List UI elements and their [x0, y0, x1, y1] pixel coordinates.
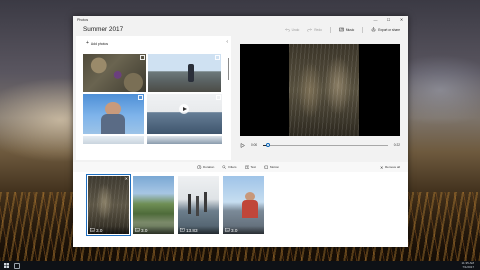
storyboard-clip[interactable]: 3.0 — [133, 176, 174, 234]
current-time: 0:00 — [251, 143, 258, 147]
library-thumbnail[interactable] — [83, 94, 144, 134]
clip-duration: 13.83 — [178, 226, 219, 234]
select-checkbox[interactable] — [138, 95, 143, 100]
export-icon — [371, 27, 376, 32]
plus-icon: + — [86, 40, 89, 46]
minimize-button[interactable]: — — [369, 16, 382, 23]
text-icon — [244, 165, 249, 169]
text-label: Text — [250, 165, 257, 169]
play-button[interactable] — [240, 142, 245, 148]
project-title[interactable]: Summer 2017 — [83, 26, 123, 33]
remove-all-label: Remove all — [384, 165, 400, 169]
remove-all-button[interactable]: ✕ Remove all — [380, 165, 400, 170]
select-checkbox[interactable] — [215, 55, 220, 60]
toolbar: Summer 2017 Undo Redo Music Export or sh… — [73, 23, 408, 36]
storyboard-clip[interactable]: 3.0 — [223, 176, 264, 234]
duration-button[interactable]: Duration — [197, 164, 215, 170]
toolbar-divider — [362, 26, 364, 33]
library-thumbnail[interactable] — [83, 54, 146, 92]
select-checkbox[interactable] — [140, 55, 145, 60]
library-scrollbar[interactable] — [228, 58, 229, 80]
close-icon: ✕ — [379, 164, 384, 170]
filters-label: Filters — [228, 165, 237, 169]
clip-duration: 3.0 — [133, 226, 174, 234]
clip-duration-value: 3.0 — [231, 227, 238, 233]
motion-icon — [264, 165, 268, 169]
library-thumbnail-video[interactable] — [147, 94, 222, 134]
filters-button[interactable]: Filters — [222, 165, 237, 170]
seek-slider[interactable] — [263, 142, 388, 147]
library-thumbnail[interactable] — [147, 136, 222, 144]
text-button[interactable]: Text — [244, 165, 257, 170]
preview-frame — [289, 44, 359, 136]
music-label: Music — [345, 27, 355, 32]
task-view-button[interactable] — [12, 261, 22, 270]
maximize-button[interactable]: ☐ — [382, 16, 395, 23]
storyboard: ✕ 3.0 3.0 13.83 3.0 — [73, 172, 408, 247]
toolbar-divider — [329, 26, 331, 33]
export-share-button[interactable]: Export or share — [371, 27, 400, 32]
toolbar-actions: Undo Redo Music Export or share — [277, 26, 408, 33]
redo-button[interactable]: Redo — [307, 27, 322, 32]
motion-label: Motion — [270, 165, 280, 169]
undo-button[interactable]: Undo — [284, 27, 300, 32]
export-label: Export or share — [378, 27, 400, 32]
close-button[interactable]: ✕ — [395, 16, 408, 23]
storyboard-toolbar: Duration Filters Text Motion ✕ Remove al… — [73, 162, 408, 172]
storyboard-clip[interactable]: ✕ 3.0 — [86, 174, 131, 236]
app-name: Photos — [77, 17, 89, 22]
taskbar-clock[interactable]: 11:35 AM 7/1/2017 — [462, 261, 480, 269]
photos-window: Photos — ☐ ✕ Summer 2017 Undo Redo Music — [73, 16, 408, 247]
photo-icon — [90, 228, 95, 232]
windows-logo-icon — [3, 263, 9, 268]
storyboard-clip[interactable]: 13.83 — [178, 176, 219, 234]
video-preview[interactable] — [240, 44, 400, 136]
select-checkbox[interactable] — [216, 95, 221, 100]
window-controls: — ☐ ✕ — [369, 16, 408, 23]
music-icon — [339, 27, 344, 32]
undo-label: Undo — [291, 27, 300, 32]
motion-button[interactable]: Motion — [264, 165, 279, 170]
total-time: 0:22 — [393, 143, 400, 147]
undo-icon — [284, 28, 290, 32]
clip-duration-value: 3.0 — [141, 227, 148, 233]
clip-duration: 3.0 — [223, 226, 264, 234]
clip-duration: 3.0 — [88, 226, 129, 234]
task-view-icon — [14, 262, 20, 269]
duration-label: Duration — [203, 165, 215, 169]
start-button[interactable] — [0, 261, 12, 270]
add-photos-label: Add photos — [90, 41, 109, 46]
seek-handle[interactable] — [266, 142, 271, 147]
clock-icon — [197, 164, 202, 170]
music-button[interactable]: Music — [339, 27, 354, 32]
photo-library-panel: + Add photos ‹ — [76, 36, 231, 160]
play-icon — [240, 142, 245, 148]
chevron-left-icon[interactable]: ‹ — [226, 39, 228, 45]
preview-panel: 0:00 0:22 — [237, 36, 403, 152]
add-photos-button[interactable]: + Add photos — [86, 41, 108, 46]
clip-duration-value: 13.83 — [186, 227, 198, 233]
redo-label: Redo — [314, 27, 322, 32]
library-thumbnail[interactable] — [83, 136, 144, 144]
taskbar: 11:35 AM 7/1/2017 — [0, 261, 480, 270]
library-thumbnail[interactable] — [148, 54, 221, 92]
redo-icon — [307, 28, 313, 32]
photo-icon — [225, 228, 230, 232]
clip-duration-value: 3.0 — [96, 227, 103, 233]
storyboard-tools: Duration Filters Text Motion — [197, 164, 287, 170]
playback-bar: 0:00 0:22 — [240, 142, 400, 148]
video-icon — [180, 228, 185, 232]
close-icon[interactable]: ✕ — [125, 176, 128, 181]
title-bar: Photos — ☐ ✕ — [73, 16, 408, 23]
filter-icon — [222, 165, 227, 169]
clock-date: 7/1/2017 — [462, 264, 474, 269]
photo-icon — [135, 228, 140, 232]
